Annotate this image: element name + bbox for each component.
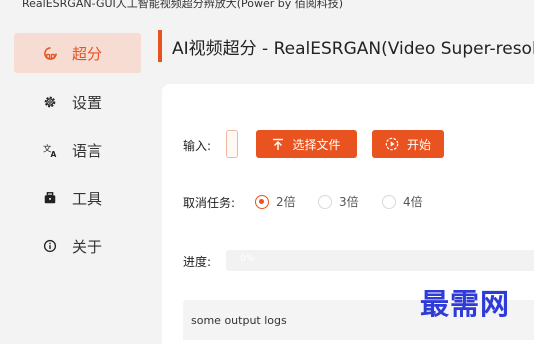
play-circle-icon <box>385 137 399 151</box>
upload-icon <box>273 138 284 150</box>
scale-option-4x[interactable]: 4倍 <box>382 193 423 210</box>
info-icon <box>42 238 58 254</box>
page-header: AI视频超分 - RealESRGAN(Video Super-resolu <box>158 30 534 62</box>
radio-circle <box>318 194 332 209</box>
input-label: 输入: <box>183 139 212 153</box>
input-file-field[interactable] <box>226 130 238 158</box>
svg-text:A: A <box>50 150 56 158</box>
sidebar-item-label: 设置 <box>72 93 103 112</box>
sidebar-item-super-resolution[interactable]: 超分 <box>14 33 141 73</box>
start-button[interactable]: 开始 <box>372 130 444 158</box>
translate-icon: 文 A <box>42 142 58 158</box>
window-title: RealESRGAN-GUI人工智能视频超分辨放大(Power by 佰阅科技) <box>22 0 344 10</box>
sidebar: 超分 设置 文 A 语言 工具 关于 <box>0 14 158 332</box>
radio-circle <box>382 194 396 209</box>
sidebar-item-language[interactable]: 文 A 语言 <box>14 130 141 170</box>
progress-bar: 0% <box>226 250 534 271</box>
header-accent-bar <box>158 30 162 62</box>
sidebar-item-about[interactable]: 关于 <box>14 226 141 266</box>
page-title: AI视频超分 - RealESRGAN(Video Super-resolu <box>172 39 534 59</box>
sidebar-item-label: 语言 <box>72 141 103 160</box>
scale-option-2x[interactable]: 2倍 <box>255 193 296 210</box>
progress-text: 0% <box>240 254 255 264</box>
sidebar-item-tools[interactable]: 工具 <box>14 178 141 218</box>
gear-icon <box>42 94 58 110</box>
radio-circle <box>255 194 269 209</box>
window-titlebar: RealESRGAN-GUI人工智能视频超分辨放大(Power by 佰阅科技) <box>0 0 534 14</box>
scale-option-label: 2倍 <box>276 195 296 209</box>
scale-label: 取消任务: <box>183 196 236 210</box>
sr-icon <box>42 45 58 61</box>
watermark-logo: 最需网 <box>420 287 511 321</box>
select-file-button[interactable]: 选择文件 <box>256 130 357 158</box>
sidebar-item-label: 超分 <box>72 44 103 63</box>
toolbox-icon <box>42 190 58 206</box>
progress-label: 进度: <box>183 255 212 269</box>
start-label: 开始 <box>406 137 431 152</box>
sidebar-item-label: 工具 <box>72 189 103 208</box>
log-text: some output logs <box>191 314 287 327</box>
sidebar-item-settings[interactable]: 设置 <box>14 82 141 122</box>
sidebar-item-label: 关于 <box>72 237 103 256</box>
select-file-label: 选择文件 <box>292 137 341 152</box>
scale-option-label: 4倍 <box>403 195 423 209</box>
scale-option-3x[interactable]: 3倍 <box>318 193 359 210</box>
scale-option-label: 3倍 <box>339 195 359 209</box>
